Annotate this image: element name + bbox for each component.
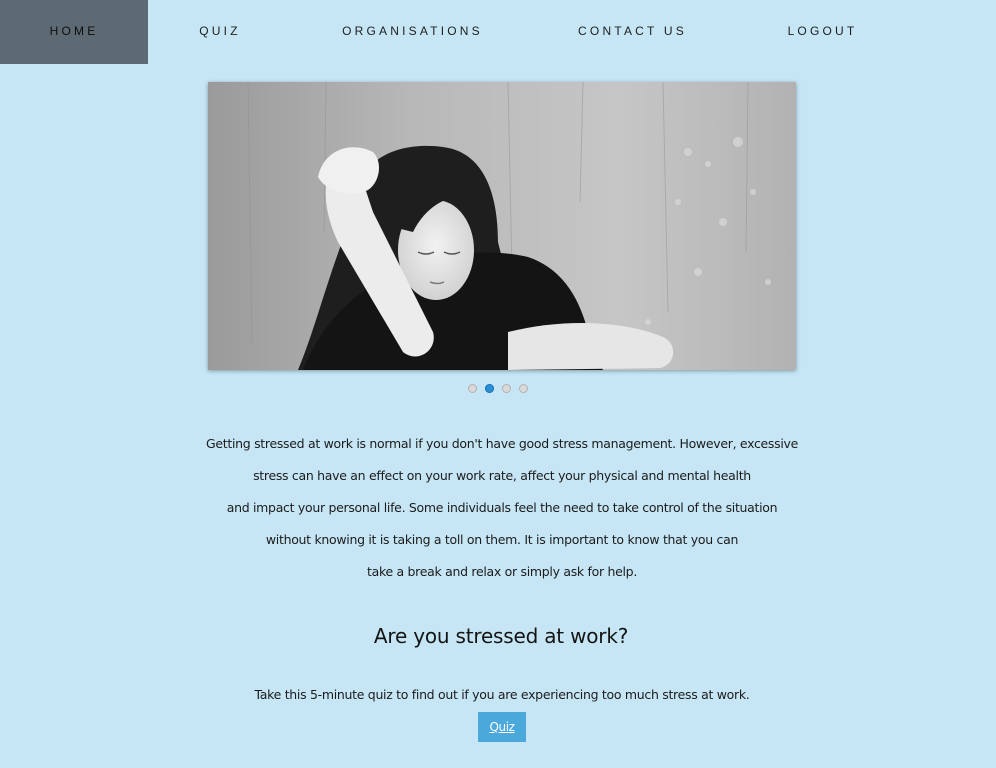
hero-slider-image [208, 82, 796, 370]
intro-line: stress can have an effect on your work r… [253, 468, 751, 483]
quiz-button[interactable]: Quiz [478, 712, 526, 742]
nav-logout[interactable]: LOGOUT [770, 0, 875, 64]
slider-dots [0, 384, 996, 396]
nav-contact-us[interactable]: CONTACT US [560, 0, 705, 64]
quiz-description: Take this 5-minute quiz to find out if y… [254, 687, 750, 702]
slider-dot-3[interactable] [502, 384, 511, 393]
intro-line: and impact your personal life. Some indi… [226, 500, 778, 515]
slider-dot-2[interactable] [485, 384, 494, 393]
nav-quiz[interactable]: QUIZ [170, 0, 270, 64]
intro-line: take a break and relax or simply ask for… [366, 564, 637, 579]
page: HOME QUIZ ORGANISATIONS CONTACT US LOGOU… [0, 0, 996, 768]
intro-line: Getting stressed at work is normal if yo… [205, 436, 799, 451]
stressed-woman-photo [208, 82, 796, 370]
slider-dot-1[interactable] [468, 384, 477, 393]
intro-line: without knowing it is taking a toll on t… [265, 532, 739, 547]
top-nav: HOME QUIZ ORGANISATIONS CONTACT US LOGOU… [0, 0, 996, 64]
intro-text: Getting stressed at work is normal if yo… [200, 432, 804, 592]
nav-home[interactable]: HOME [0, 0, 148, 64]
nav-organisations[interactable]: ORGANISATIONS [320, 0, 505, 64]
quiz-heading: Are you stressed at work? [373, 624, 629, 648]
slider-dot-4[interactable] [519, 384, 528, 393]
